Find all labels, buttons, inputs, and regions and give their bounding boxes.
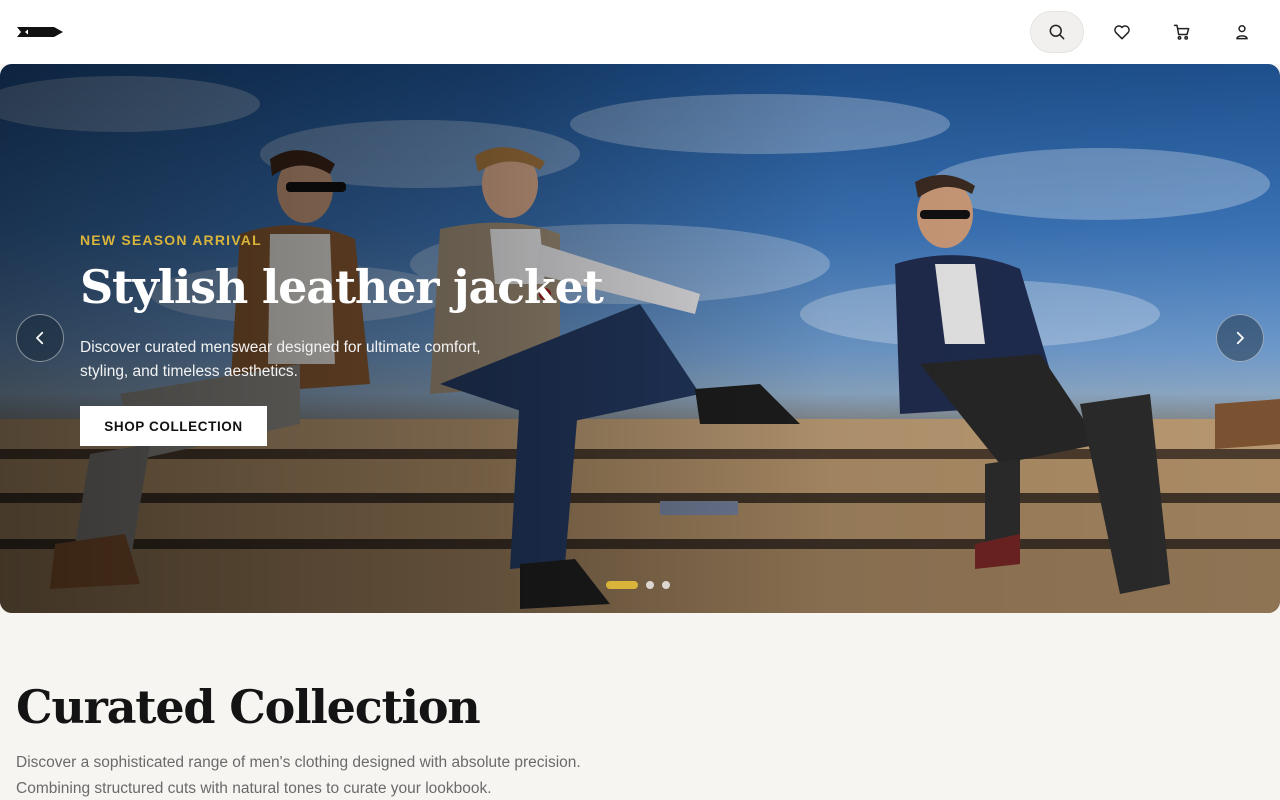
carousel-indicators: [606, 581, 670, 589]
hero-description: Discover curated menswear designed for u…: [80, 339, 481, 380]
search-button[interactable]: [1030, 11, 1084, 53]
collection-title: Curated Collection: [16, 680, 481, 734]
carousel-dot-3[interactable]: [662, 581, 670, 589]
cart-icon: [1173, 24, 1190, 40]
user-icon: [1236, 25, 1248, 40]
previous-slide-button[interactable]: [16, 314, 64, 362]
carousel-dot-1[interactable]: [606, 581, 638, 589]
hero-title: Stylish leather jacket: [80, 260, 604, 314]
site-header: [0, 0, 1280, 64]
heart-icon: [1114, 25, 1130, 40]
collection-description: Discover a sophisticated range of men's …: [16, 754, 581, 797]
shop-collection-button[interactable]: SHOP COLLECTION: [80, 406, 267, 446]
account-button[interactable]: [1215, 11, 1269, 53]
next-slide-button[interactable]: [1216, 314, 1264, 362]
chevron-right-icon: [1236, 331, 1244, 345]
wishlist-button[interactable]: [1095, 11, 1149, 53]
chevron-left-icon: [36, 331, 44, 345]
search-icon: [1049, 24, 1065, 40]
cart-button[interactable]: [1155, 11, 1209, 53]
hero-eyebrow: NEW SEASON ARRIVAL: [80, 232, 262, 248]
hero-banner: NEW SEASON ARRIVAL Stylish leather jacke…: [0, 64, 1280, 613]
brand-logo[interactable]: [16, 24, 64, 40]
carousel-dot-2[interactable]: [646, 581, 654, 589]
